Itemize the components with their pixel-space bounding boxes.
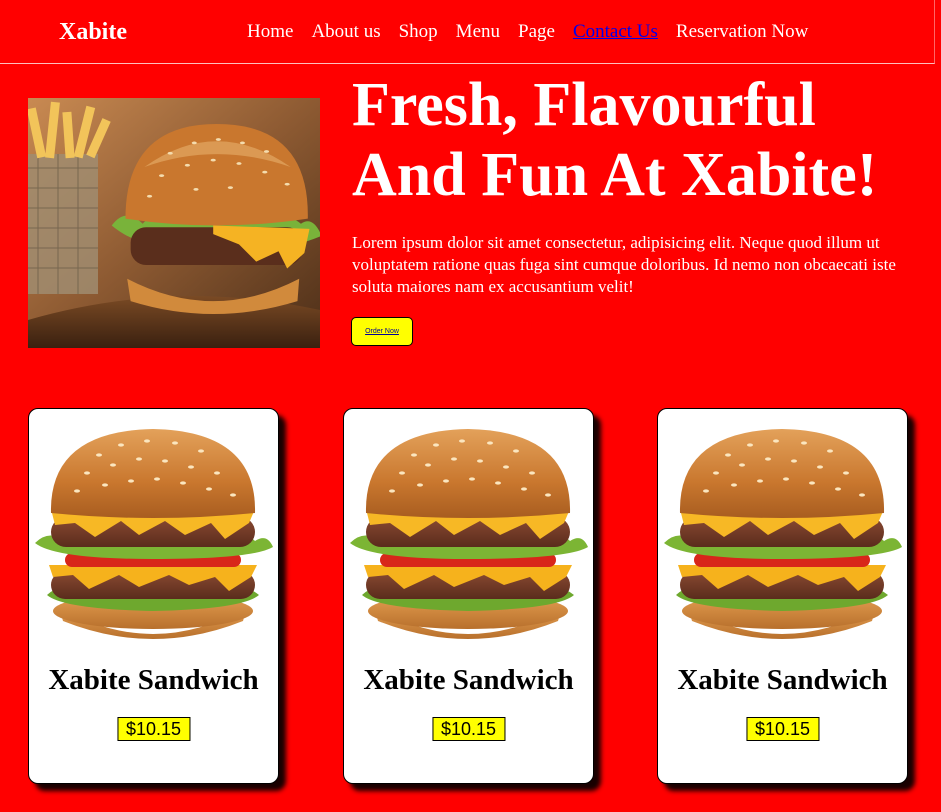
brand-logo[interactable]: Xabite: [59, 18, 127, 46]
hero-title-line-2: And Fun At Xabite!: [352, 141, 878, 209]
nav-link-shop[interactable]: Shop: [399, 20, 438, 44]
product-card[interactable]: Xabite Sandwich $10.15: [343, 408, 594, 784]
product-price: $10.15: [745, 717, 820, 741]
product-title: Xabite Sandwich: [48, 664, 259, 696]
product-card[interactable]: Xabite Sandwich $10.15: [657, 408, 908, 784]
burger-image: [664, 429, 902, 639]
hero-description: Lorem ipsum dolor sit amet consectetur, …: [352, 233, 896, 296]
top-navbar: Xabite Home About us Shop Menu Page Cont…: [0, 0, 935, 64]
product-title: Xabite Sandwich: [363, 664, 574, 696]
nav-link-page[interactable]: Page: [518, 20, 555, 44]
nav-link-menu[interactable]: Menu: [456, 20, 500, 44]
hero-title: Fresh, Flavourful And Fun At Xabite!: [352, 70, 932, 210]
product-price: $10.15: [116, 717, 191, 741]
nav-link-contact[interactable]: Contact Us: [573, 20, 658, 44]
burger-image: [35, 429, 273, 639]
order-now-button[interactable]: Order Now: [351, 317, 413, 346]
product-price: $10.15: [431, 717, 506, 741]
nav-link-reservation[interactable]: Reservation Now: [676, 20, 808, 44]
product-title: Xabite Sandwich: [677, 664, 888, 696]
nav-link-about[interactable]: About us: [311, 20, 380, 44]
product-card[interactable]: Xabite Sandwich $10.15: [28, 408, 279, 784]
hero-burger-image: [28, 98, 320, 348]
burger-image: [350, 429, 588, 639]
nav-link-home[interactable]: Home: [247, 20, 293, 44]
nav-links: Home About us Shop Menu Page Contact Us …: [247, 20, 808, 44]
hero-title-line-1: Fresh, Flavourful: [352, 71, 816, 139]
